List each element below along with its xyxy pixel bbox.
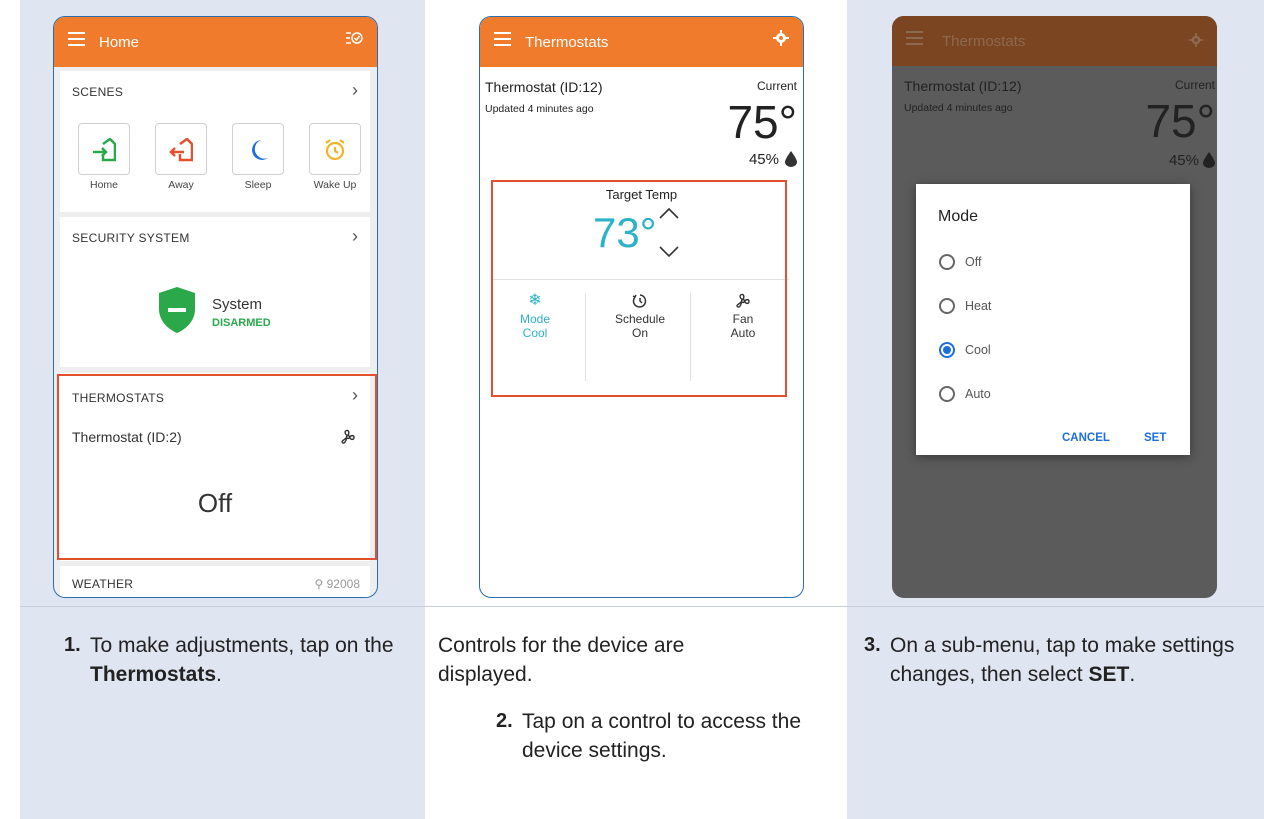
step-number: 3. (864, 634, 881, 656)
humidity-value: 45% (1168, 152, 1199, 169)
device-name: Thermostat (ID:12) (485, 79, 603, 95)
chevron-right-icon[interactable]: › (352, 226, 358, 247)
thermostats-highlight (57, 374, 377, 560)
step1-instruction: 1. To make adjustments, tap on the Therm… (64, 631, 404, 689)
set-button[interactable]: SET (1144, 432, 1166, 444)
app-bar-title: Thermostats (942, 33, 1026, 50)
gear-icon[interactable] (773, 30, 789, 51)
scene-home-button[interactable] (78, 123, 130, 175)
instruction-bold: Thermostats (90, 663, 217, 686)
scene-wakeup-button[interactable] (309, 123, 361, 175)
option-label: Heat (965, 299, 992, 313)
option-label: Off (965, 255, 982, 269)
app-bar: Home (54, 17, 377, 67)
current-label: Current (756, 79, 797, 93)
scenes-card: SCENES › Home Away Sleep Wake Up (60, 71, 370, 212)
security-status-badge: DISARMED (212, 317, 271, 329)
shield-icon (159, 287, 195, 333)
step3-instruction: 3. On a sub-menu, tap to make settings c… (864, 631, 1259, 689)
radio-button[interactable] (939, 298, 955, 314)
menu-icon[interactable] (906, 31, 923, 45)
instruction-text: Tap on a control to access the device se… (522, 710, 801, 762)
moon-icon (252, 140, 268, 160)
scene-sleep-button[interactable] (232, 123, 284, 175)
instruction-text: To make adjustments, tap on the (90, 634, 394, 657)
current-temp: 75° (1145, 95, 1215, 147)
chevron-right-icon[interactable]: › (352, 80, 358, 101)
scene-label: Sleep (244, 179, 272, 191)
step-number: 1. (64, 634, 81, 656)
instruction-text: . (216, 663, 222, 686)
weather-zip: ⚲ 92008 (314, 577, 360, 591)
scenes-header: SCENES (72, 85, 124, 99)
scene-label: Away (168, 179, 194, 191)
radio-button[interactable] (939, 386, 955, 402)
weather-zip-text: 92008 (326, 577, 360, 591)
security-header: SECURITY SYSTEM (72, 231, 190, 245)
instruction-bold: SET (1088, 663, 1130, 686)
home-exit-icon (169, 137, 194, 162)
gear-icon[interactable] (1189, 33, 1203, 47)
menu-icon[interactable] (68, 32, 88, 52)
phone-mode-dialog-screen: Thermostats Thermostat (ID:12) Updated 4… (892, 16, 1217, 598)
location-pin-icon: ⚲ (314, 577, 324, 591)
app-bar: Thermostats (892, 16, 1217, 66)
weather-card[interactable]: WEATHER ⚲ 92008 (60, 566, 370, 597)
updated-time: Updated 4 minutes ago (904, 102, 1013, 114)
radio-button-selected[interactable] (939, 342, 955, 358)
divider-line (20, 606, 1264, 607)
radio-button[interactable] (939, 254, 955, 270)
instruction-text: . (1129, 663, 1136, 686)
home-enter-icon (93, 137, 117, 162)
step2-intro: Controls for the device are displayed. (438, 634, 685, 686)
app-bar: Thermostats (480, 17, 803, 67)
water-drop-icon (785, 151, 797, 167)
app-bar-title: Thermostats (525, 34, 609, 51)
mode-dialog: Mode Off Heat Cool Auto CANCEL SET (916, 184, 1190, 455)
menu-icon[interactable] (494, 32, 514, 52)
option-label: Auto (965, 387, 991, 401)
app-bar-title: Home (99, 34, 140, 51)
alarm-clock-icon (325, 139, 345, 161)
scene-label: Wake Up (313, 179, 357, 191)
step2-instruction: 2. Tap on a control to access the device… (496, 707, 836, 765)
scene-label: Home (89, 179, 118, 191)
updated-time: Updated 4 minutes ago (485, 103, 594, 115)
list-check-icon[interactable] (345, 30, 363, 51)
weather-header: WEATHER (72, 577, 134, 591)
security-card[interactable]: SECURITY SYSTEM › System DISARMED (60, 217, 370, 367)
security-system-label: System (212, 296, 263, 313)
scene-away-button[interactable] (155, 123, 207, 175)
option-label: Cool (965, 343, 991, 357)
step-number: 2. (496, 710, 513, 732)
instruction-text: On a sub-menu, tap to make settings chan… (890, 634, 1235, 686)
controls-highlight (491, 180, 787, 397)
cancel-button[interactable]: CANCEL (1062, 432, 1110, 444)
water-drop-icon (1203, 152, 1215, 168)
current-temp: 75° (727, 96, 797, 148)
dialog-title: Mode (938, 208, 979, 225)
humidity-value: 45% (748, 151, 779, 168)
current-label: Current (1174, 78, 1215, 92)
device-name: Thermostat (ID:12) (904, 78, 1022, 94)
